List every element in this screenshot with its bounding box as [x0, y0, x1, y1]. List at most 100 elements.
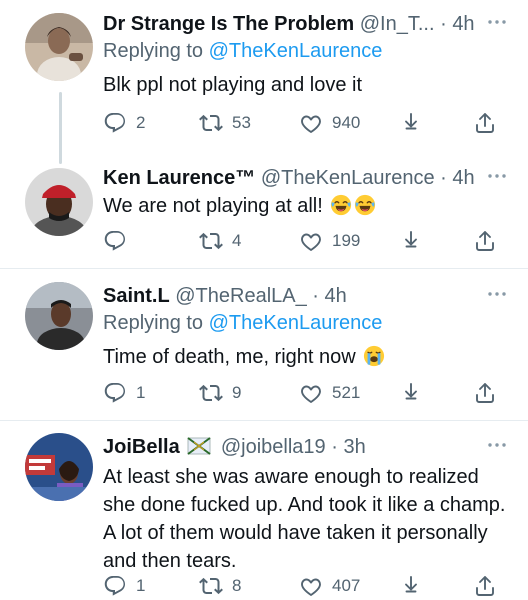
share-icon — [399, 574, 423, 598]
laughing-emoji — [354, 194, 376, 216]
like-button[interactable]: 199 — [299, 228, 360, 254]
retweet-button[interactable]: 53 — [199, 110, 251, 136]
user-handle[interactable]: @joibella19 — [221, 436, 326, 458]
retweet-icon — [199, 381, 223, 405]
tweet-text-content: We are not playing at all! — [103, 195, 323, 217]
tweet-text-content: Time of death, me, right now — [103, 346, 356, 368]
upload-button[interactable] — [473, 573, 497, 599]
upload-button[interactable] — [473, 228, 497, 254]
retweet-count: 8 — [232, 576, 242, 595]
action-bar: 1 8 407 — [103, 573, 510, 599]
user-handle[interactable]: @TheRealLA_ — [175, 285, 306, 307]
share-button[interactable] — [399, 110, 423, 136]
action-bar: 4 199 — [103, 228, 510, 254]
mention-link[interactable]: @TheKenLaurence — [209, 312, 383, 334]
tweet-4[interactable]: JoiBella @joibella19 · 3h At least she w… — [0, 421, 528, 600]
laughing-emoji — [330, 194, 352, 216]
reply-button[interactable]: 2 — [103, 110, 145, 136]
timestamp[interactable]: 4h — [452, 13, 474, 35]
retweet-button[interactable]: 9 — [199, 380, 241, 406]
avatar[interactable] — [25, 282, 93, 350]
reply-count: 1 — [136, 576, 146, 595]
more-icon[interactable] — [486, 12, 508, 32]
retweet-button[interactable]: 8 — [199, 573, 241, 599]
display-name[interactable]: Ken Laurence™ — [103, 167, 255, 189]
reply-icon — [103, 381, 127, 405]
tweet-2[interactable]: Ken Laurence™ @TheKenLaurence · 4h We ar… — [0, 160, 528, 266]
replying-to: Replying to @TheKenLaurence — [103, 36, 382, 66]
display-name[interactable]: Saint.L — [103, 285, 170, 307]
like-button[interactable]: 521 — [299, 380, 360, 406]
reply-icon — [103, 111, 127, 135]
replying-to: Replying to @TheKenLaurence — [103, 308, 382, 338]
avatar[interactable] — [25, 168, 93, 236]
like-count: 940 — [332, 113, 361, 132]
separator: · — [312, 285, 319, 307]
like-count: 199 — [332, 231, 361, 250]
retweet-count: 53 — [232, 113, 251, 132]
timestamp[interactable]: 3h — [343, 436, 365, 458]
share-icon — [399, 229, 423, 253]
like-count: 521 — [332, 383, 361, 402]
retweet-button[interactable]: 4 — [199, 228, 241, 254]
like-button[interactable]: 407 — [299, 573, 360, 599]
like-icon — [299, 381, 323, 405]
mention-link[interactable]: @TheKenLaurence — [209, 40, 383, 62]
tweet-text-content: At least she was aware enough to realize… — [103, 466, 506, 572]
avatar[interactable] — [25, 13, 93, 81]
tweet-header: Ken Laurence™ @TheKenLaurence · 4h — [103, 162, 488, 194]
action-bar: 1 9 521 — [103, 380, 510, 406]
upload-icon — [473, 229, 497, 253]
user-handle[interactable]: @TheKenLaurence — [261, 167, 435, 189]
tweet-3[interactable]: Saint.L @TheRealLA_ · 4h Replying to @Th… — [0, 270, 528, 420]
tweet-text-content: Blk ppl not playing and love it — [103, 74, 363, 96]
user-handle[interactable]: @In_T... — [360, 13, 435, 35]
more-icon[interactable] — [486, 166, 508, 186]
retweet-count: 4 — [232, 231, 242, 250]
tweet-text: Blk ppl not playing and love it — [103, 72, 510, 99]
action-bar: 2 53 940 — [103, 110, 510, 136]
share-button[interactable] — [399, 380, 423, 406]
reply-button[interactable]: 1 — [103, 573, 145, 599]
timestamp[interactable]: 4h — [325, 285, 347, 307]
more-icon[interactable] — [486, 284, 508, 304]
reply-count: 1 — [136, 383, 146, 402]
timestamp[interactable]: 4h — [452, 167, 474, 189]
like-count: 407 — [332, 576, 361, 595]
reply-icon — [103, 229, 127, 253]
like-button[interactable]: 940 — [299, 110, 360, 136]
upload-button[interactable] — [473, 110, 497, 136]
retweet-icon — [199, 229, 223, 253]
share-icon — [399, 111, 423, 135]
avatar[interactable] — [25, 433, 93, 501]
separator: · — [440, 167, 447, 189]
crying-emoji — [363, 345, 385, 367]
retweet-icon — [199, 111, 223, 135]
reply-button[interactable] — [103, 228, 127, 254]
share-button[interactable] — [399, 573, 423, 599]
separator: · — [331, 436, 338, 458]
reply-count: 2 — [136, 113, 146, 132]
share-icon — [399, 381, 423, 405]
like-icon — [299, 111, 323, 135]
like-icon — [299, 229, 323, 253]
like-icon — [299, 574, 323, 598]
retweet-count: 9 — [232, 383, 242, 402]
tweet-text: We are not playing at all! — [103, 193, 510, 220]
display-name[interactable]: JoiBella — [103, 436, 180, 458]
tweet-1[interactable]: Dr Strange Is The Problem @In_T... · 4h … — [0, 0, 528, 160]
replying-prefix: Replying to — [103, 312, 209, 334]
reply-button[interactable]: 1 — [103, 380, 145, 406]
retweet-icon — [199, 574, 223, 598]
upload-icon — [473, 111, 497, 135]
display-name[interactable]: Dr Strange Is The Problem — [103, 13, 354, 35]
tweet-text: At least she was aware enough to realize… — [103, 463, 510, 575]
upload-button[interactable] — [473, 380, 497, 406]
more-icon[interactable] — [486, 435, 508, 455]
share-button[interactable] — [399, 228, 423, 254]
upload-icon — [473, 574, 497, 598]
divider — [0, 268, 528, 269]
tweet-text: Time of death, me, right now — [103, 344, 510, 371]
tweet-header: JoiBella @joibella19 · 3h — [103, 431, 488, 463]
reply-icon — [103, 574, 127, 598]
